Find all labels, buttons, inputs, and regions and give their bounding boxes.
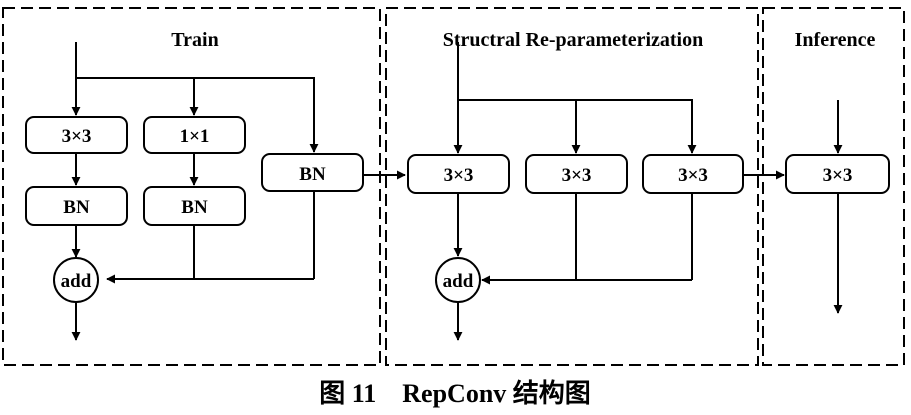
train-bn-a-label: BN bbox=[63, 197, 90, 218]
reparam-title: Structral Re-parameterization bbox=[443, 29, 703, 51]
train-bn-b-label: BN bbox=[181, 197, 208, 218]
train-conv3x3-label: 3×3 bbox=[62, 126, 92, 147]
train-conv1x1-label: 1×1 bbox=[180, 126, 210, 147]
reparam-add-label: add bbox=[443, 271, 474, 292]
reparam-conv-b-label: 3×3 bbox=[562, 165, 592, 186]
train-title: Train bbox=[171, 29, 218, 51]
repconv-diagram: Train Structral Re-parameterization Infe… bbox=[2, 7, 905, 408]
train-bn-c-label: BN bbox=[299, 164, 326, 185]
train-add-label: add bbox=[61, 271, 92, 292]
inference-title: Inference bbox=[795, 29, 876, 51]
reparam-conv-a-label: 3×3 bbox=[444, 165, 474, 186]
inference-conv-label: 3×3 bbox=[823, 165, 853, 186]
reparam-conv-c-label: 3×3 bbox=[678, 165, 708, 186]
figure-caption: 图 11 RepConv 结构图 bbox=[319, 379, 591, 408]
